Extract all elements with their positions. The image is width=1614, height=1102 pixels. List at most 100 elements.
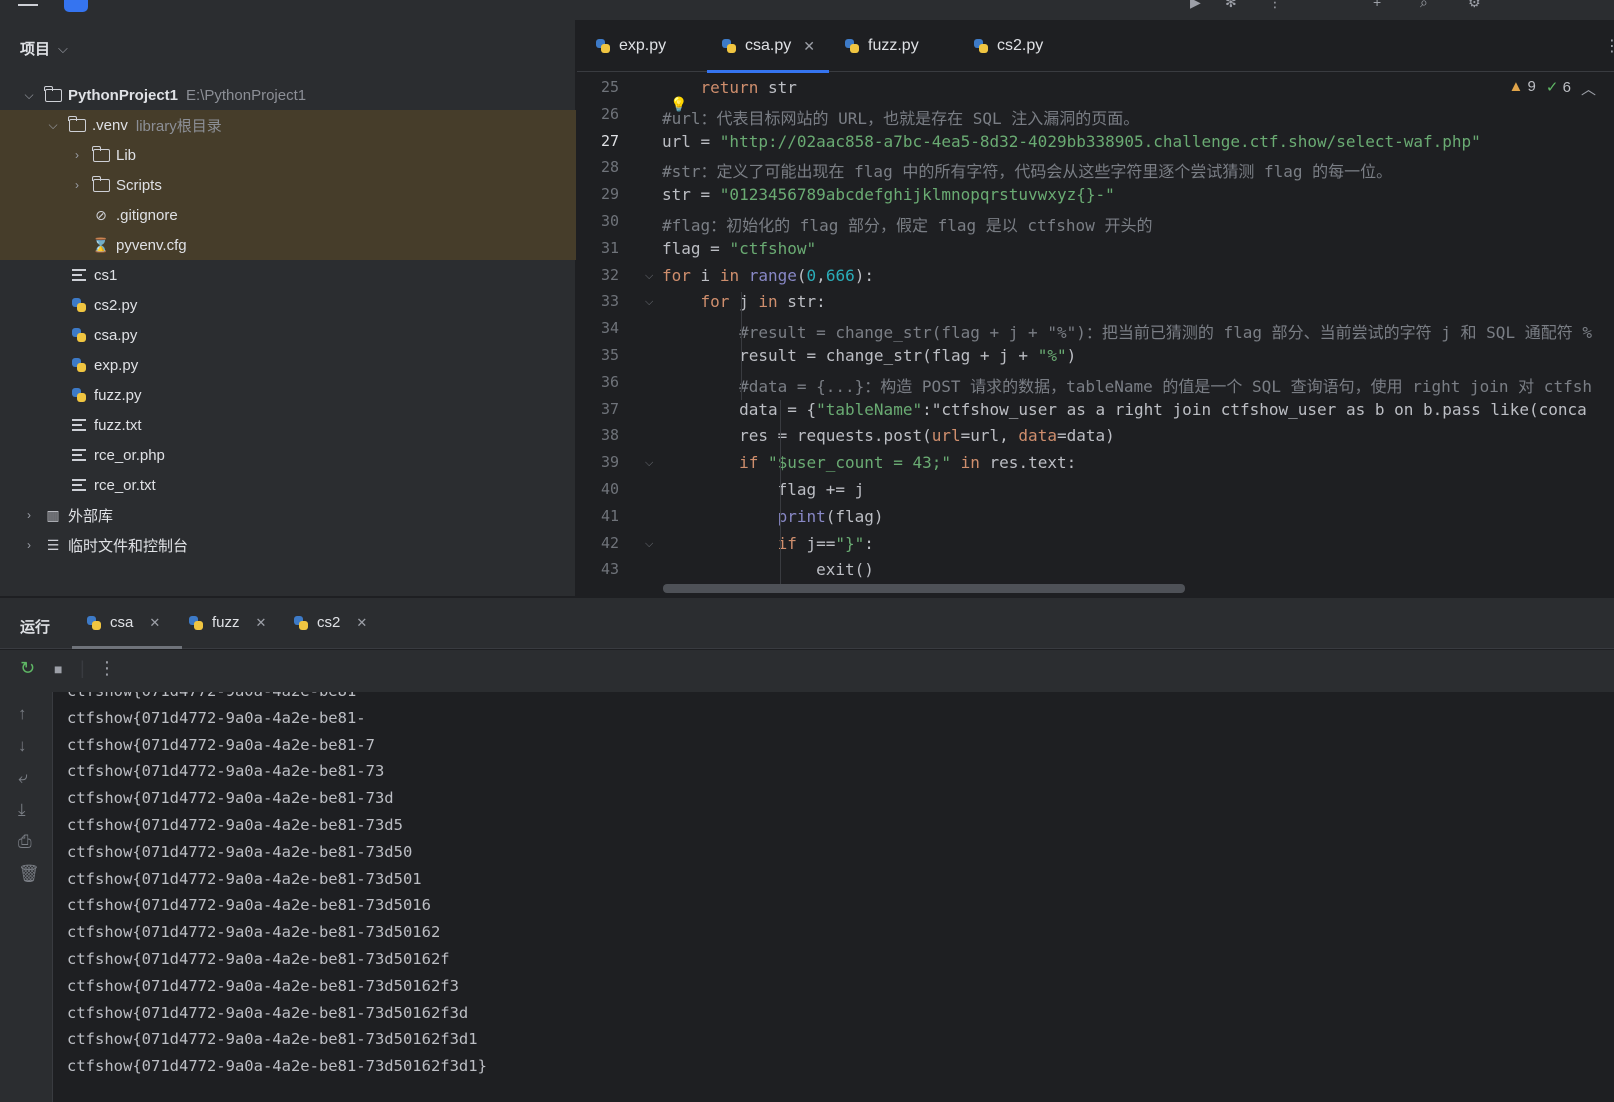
chevron-right-icon[interactable]: › xyxy=(70,148,84,162)
scroll-to-end-icon[interactable]: ⤓ xyxy=(18,800,26,820)
tree-item-external-libs[interactable]: › ▥ 外部库 xyxy=(0,500,576,530)
line-number: 43 xyxy=(600,560,619,579)
tab-fuzz-py[interactable]: fuzz.py xyxy=(844,20,919,72)
more-icon[interactable]: ⋮ xyxy=(1268,0,1282,11)
close-icon[interactable]: ✕ xyxy=(803,38,815,55)
run-icon[interactable]: ▶ xyxy=(1190,0,1201,11)
tree-item-gitignore[interactable]: ⊘ .gitignore xyxy=(0,200,576,230)
search-icon[interactable]: ⌕ xyxy=(1420,0,1428,11)
tree-item-fuzz-txt[interactable]: fuzz.txt xyxy=(0,410,576,440)
library-icon: ▥ xyxy=(46,506,60,523)
tree-item-csa[interactable]: csa.py xyxy=(0,320,576,350)
title-bar: ▶ ✻ ⋮ + ⌕ ⚙ xyxy=(0,0,1614,20)
python-file-icon xyxy=(595,38,611,54)
rerun-icon[interactable]: ↻ xyxy=(20,658,35,679)
chevron-right-icon[interactable]: › xyxy=(70,178,84,192)
tree-item-label: cs2.py xyxy=(94,296,138,314)
lightbulb-icon[interactable]: 💡 xyxy=(670,97,687,113)
python-file-icon xyxy=(188,615,204,631)
line-number: 28 xyxy=(600,158,619,177)
print-icon[interactable]: ⎙ xyxy=(18,832,32,852)
close-icon[interactable]: ✕ xyxy=(256,615,267,631)
run-tab-csa[interactable]: csa ✕ xyxy=(71,614,183,649)
console-output[interactable]: ctfshow{071d4772-9a0a-4a2e-be81 ctfshow{0… xyxy=(53,692,1614,1102)
line-number: 40 xyxy=(600,480,619,498)
chevron-right-icon[interactable]: › xyxy=(22,508,36,522)
fold-icon[interactable]: ⌵ xyxy=(645,538,653,551)
console-line: ctfshow{071d4772-9a0a-4a2e-be81-73d xyxy=(67,789,394,808)
arrow-up-icon[interactable]: ↑ xyxy=(18,704,27,724)
console-line: ctfshow{071d4772-9a0a-4a2e-be81-73d50162… xyxy=(67,1030,478,1049)
tree-item-scratches[interactable]: › ☰ 临时文件和控制台 xyxy=(0,530,576,560)
project-view-label: 项目 xyxy=(20,41,51,58)
more-icon[interactable]: ⋮ xyxy=(98,658,116,679)
run-tab-fuzz[interactable]: fuzz ✕ xyxy=(188,614,266,631)
inspection-widget[interactable]: ▲ 9 ✓ 6 ︿ xyxy=(1509,78,1596,99)
close-icon[interactable]: ✕ xyxy=(356,615,367,631)
tab-exp-py[interactable]: exp.py xyxy=(595,20,666,72)
tab-cs2-py[interactable]: cs2.py xyxy=(973,20,1043,72)
console-line: ctfshow{071d4772-9a0a-4a2e-be81-73d50162… xyxy=(67,950,450,968)
fold-icon[interactable]: ⌵ xyxy=(645,270,653,283)
warning-count: 9 xyxy=(1527,78,1536,95)
tab-csa-py[interactable]: csa.py ✕ xyxy=(707,20,829,73)
tree-item-label: Lib xyxy=(116,146,137,164)
console-line: ctfshow{071d4772-9a0a-4a2e-be81-73 xyxy=(67,762,385,781)
tab-label: cs2.py xyxy=(997,37,1044,54)
stop-icon[interactable]: ■ xyxy=(54,661,62,677)
chevron-right-icon[interactable]: › xyxy=(22,538,36,552)
tree-item-lib[interactable]: › Lib xyxy=(0,140,576,170)
horizontal-scrollbar[interactable] xyxy=(663,584,1185,593)
line-number: 38 xyxy=(600,426,619,445)
chevron-down-icon[interactable]: ⌵ xyxy=(22,88,36,103)
tree-item-scripts[interactable]: › Scripts xyxy=(0,170,576,200)
line-number: 32 xyxy=(600,265,619,284)
toolbar-divider: | xyxy=(80,658,85,678)
project-view-selector[interactable]: 项目 ⌵ xyxy=(20,38,68,59)
folder-icon xyxy=(43,85,62,103)
folder-icon xyxy=(91,175,110,193)
code-line: return str xyxy=(700,78,797,97)
settings-icon[interactable]: ⚙ xyxy=(1468,0,1481,11)
tree-item-exp[interactable]: exp.py xyxy=(0,350,576,380)
tree-item-fuzz[interactable]: fuzz.py xyxy=(0,380,576,410)
debug-icon[interactable]: ✻ xyxy=(1225,0,1237,11)
console-line: ctfshow{071d4772-9a0a-4a2e-be81-73d5 xyxy=(67,816,403,834)
tree-item-root[interactable]: ⌵ PythonProject1 E:\PythonProject1 xyxy=(0,80,576,110)
run-tab-label: fuzz xyxy=(212,614,240,631)
trash-icon[interactable]: 🗑 xyxy=(18,864,40,884)
python-file-icon xyxy=(293,615,309,631)
code-line: str = "0123456789abcdefghijklmnopqrstuvw… xyxy=(662,185,1115,205)
tabs-more-icon[interactable]: ⋮ xyxy=(1604,20,1614,72)
arrow-down-icon[interactable]: ↓ xyxy=(18,736,27,756)
tree-item-rce-php[interactable]: rce_or.php xyxy=(0,440,576,470)
close-icon[interactable]: ✕ xyxy=(149,615,160,631)
run-tab-cs2[interactable]: cs2 ✕ xyxy=(293,614,367,631)
chevron-down-icon[interactable]: ⌵ xyxy=(46,118,60,133)
add-user-icon[interactable]: + xyxy=(1373,0,1381,10)
tree-item-cs2[interactable]: cs2.py xyxy=(0,290,576,320)
soft-wrap-icon[interactable]: ⤶ xyxy=(18,768,28,788)
tree-item-cs1[interactable]: cs1 xyxy=(0,260,576,290)
code-line: for i in range(0,666): xyxy=(662,265,874,285)
line-gutter: 25 26 27 28 29 30 31 32 ⌵ 33 ⌵ 34 35 36 37 38 39 ⌵ 40 41 42 ⌵… xyxy=(577,72,653,596)
code-line: #data = {...}：构造 POST 请求的数据，tableName 的值… xyxy=(662,376,1592,396)
tree-item-pyvenv[interactable]: ⌛ pyvenv.cfg xyxy=(0,230,576,260)
tree-item-label: exp.py xyxy=(94,356,139,374)
python-file-icon xyxy=(70,387,88,403)
code-area[interactable]: return str #url：代表目标网站的 URL，也就是存在 SQL 注入漏… xyxy=(662,72,1614,596)
line-number: 27 xyxy=(600,131,619,150)
python-file-icon xyxy=(844,38,860,54)
fold-icon[interactable]: ⌵ xyxy=(645,296,653,309)
chevron-up-icon[interactable]: ︿ xyxy=(1581,78,1596,99)
line-number: 33 xyxy=(600,292,619,311)
run-toolbar: ↻ ■ | ⋮ xyxy=(0,650,1614,692)
tree-item-venv[interactable]: ⌵ .venv library根目录 xyxy=(0,110,576,140)
tree-item-path: E:\PythonProject1 xyxy=(186,86,307,104)
tree-item-label: pyvenv.cfg xyxy=(116,236,187,254)
tree-item-rce-txt[interactable]: rce_or.txt xyxy=(0,470,576,500)
fold-icon[interactable]: ⌵ xyxy=(645,457,653,470)
chevron-down-icon: ⌵ xyxy=(58,40,68,56)
console-line: ctfshow{071d4772-9a0a-4a2e-be81-73d501 xyxy=(67,869,422,888)
run-tool-window-header: 运行 csa ✕ fuzz ✕ cs2 ✕ xyxy=(0,597,1614,649)
